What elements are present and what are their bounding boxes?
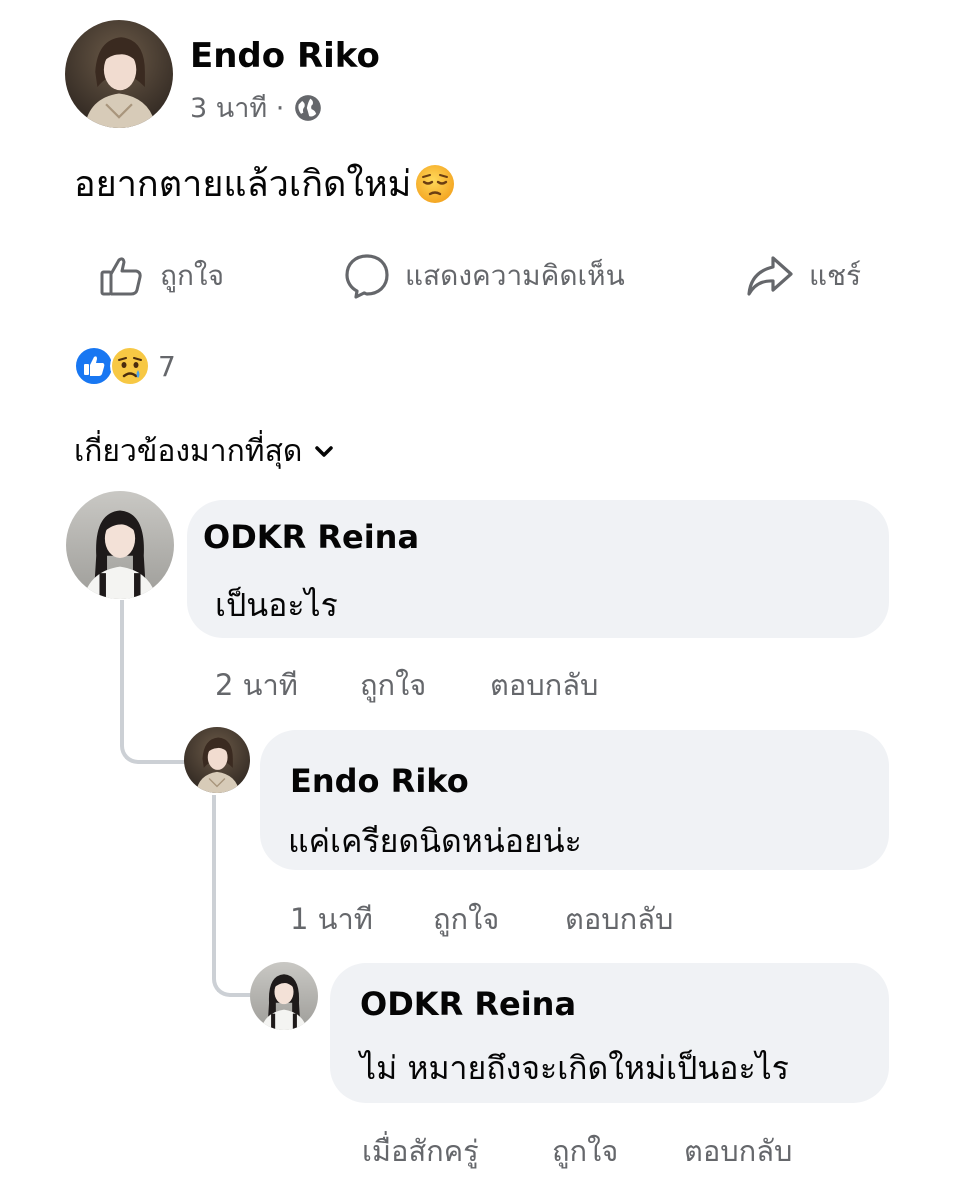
- thumbs-up-icon: [100, 257, 142, 296]
- pensive-emoji-icon: [416, 164, 455, 203]
- comment-like-button[interactable]: ถูกใจ: [433, 896, 565, 942]
- like-button[interactable]: ถูกใจ: [98, 252, 224, 300]
- thread-line-2: [212, 795, 254, 997]
- comment-like-button[interactable]: ถูกใจ: [552, 1128, 684, 1174]
- reaction-summary[interactable]: 7: [74, 346, 176, 386]
- comment-timestamp[interactable]: 1 นาที: [290, 896, 433, 942]
- comment-timestamp[interactable]: เมื่อสักครู่: [362, 1128, 552, 1174]
- comment-author-name[interactable]: ODKR Reina: [360, 985, 576, 1023]
- comment-timestamp[interactable]: 2 นาที: [215, 662, 360, 708]
- comment-text: ไม่ หมายถึงจะเกิดใหม่เป็นอะไร: [360, 1049, 789, 1087]
- thread-line-1: [120, 600, 186, 764]
- comment-actions: 2 นาที ถูกใจ ตอบกลับ: [215, 662, 598, 708]
- comment-reply-button[interactable]: ตอบกลับ: [684, 1128, 792, 1174]
- share-button[interactable]: แชร์: [745, 252, 861, 300]
- post-author-name[interactable]: Endo Riko: [190, 36, 380, 76]
- comment-author-name[interactable]: Endo Riko: [290, 762, 469, 800]
- comment-bubble: Endo Riko แค่เครียดนิดหน่อยน่ะ: [260, 730, 889, 870]
- post-text: อยากตายแล้วเกิดใหม่: [74, 155, 455, 212]
- comment-text: แค่เครียดนิดหน่อยน่ะ: [288, 822, 582, 860]
- post-author-avatar[interactable]: [65, 20, 173, 128]
- chevron-down-icon: [315, 445, 334, 457]
- comment-actions: 1 นาที ถูกใจ ตอบกลับ: [290, 896, 673, 942]
- post-meta: 3 นาที ·: [190, 86, 322, 129]
- comment-reply-button[interactable]: ตอบกลับ: [490, 662, 598, 708]
- comment-button[interactable]: แสดงความคิดเห็น: [343, 252, 625, 300]
- sad-reaction-icon: [110, 346, 150, 386]
- like-button-label: ถูกใจ: [160, 259, 224, 292]
- comment-icon: [345, 254, 389, 299]
- comment-like-button[interactable]: ถูกใจ: [360, 662, 490, 708]
- comment-avatar[interactable]: [184, 727, 250, 793]
- comment-avatar[interactable]: [66, 491, 174, 599]
- post-timestamp[interactable]: 3 นาที ·: [190, 86, 284, 129]
- comment-author-name[interactable]: ODKR Reina: [203, 518, 419, 556]
- comment-button-label: แสดงความคิดเห็น: [405, 259, 625, 292]
- share-button-label: แชร์: [809, 259, 862, 292]
- share-icon: [747, 256, 793, 296]
- globe-icon: [295, 94, 322, 121]
- comment-sort-label: เกี่ยวข้องมากที่สุด: [74, 434, 303, 469]
- like-reaction-icon: [74, 346, 114, 386]
- comment-sort-dropdown[interactable]: เกี่ยวข้องมากที่สุด: [74, 428, 334, 475]
- comment-text: เป็นอะไร: [215, 586, 338, 624]
- comment-bubble: ODKR Reina เป็นอะไร: [187, 500, 889, 638]
- comment-bubble: ODKR Reina ไม่ หมายถึงจะเกิดใหม่เป็นอะไร: [330, 963, 889, 1103]
- reaction-count: 7: [158, 349, 176, 383]
- comment-actions: เมื่อสักครู่ ถูกใจ ตอบกลับ: [362, 1128, 792, 1174]
- comment-avatar[interactable]: [250, 962, 318, 1030]
- post-text-content: อยากตายแล้วเกิดใหม่: [74, 164, 412, 205]
- comment-reply-button[interactable]: ตอบกลับ: [565, 896, 673, 942]
